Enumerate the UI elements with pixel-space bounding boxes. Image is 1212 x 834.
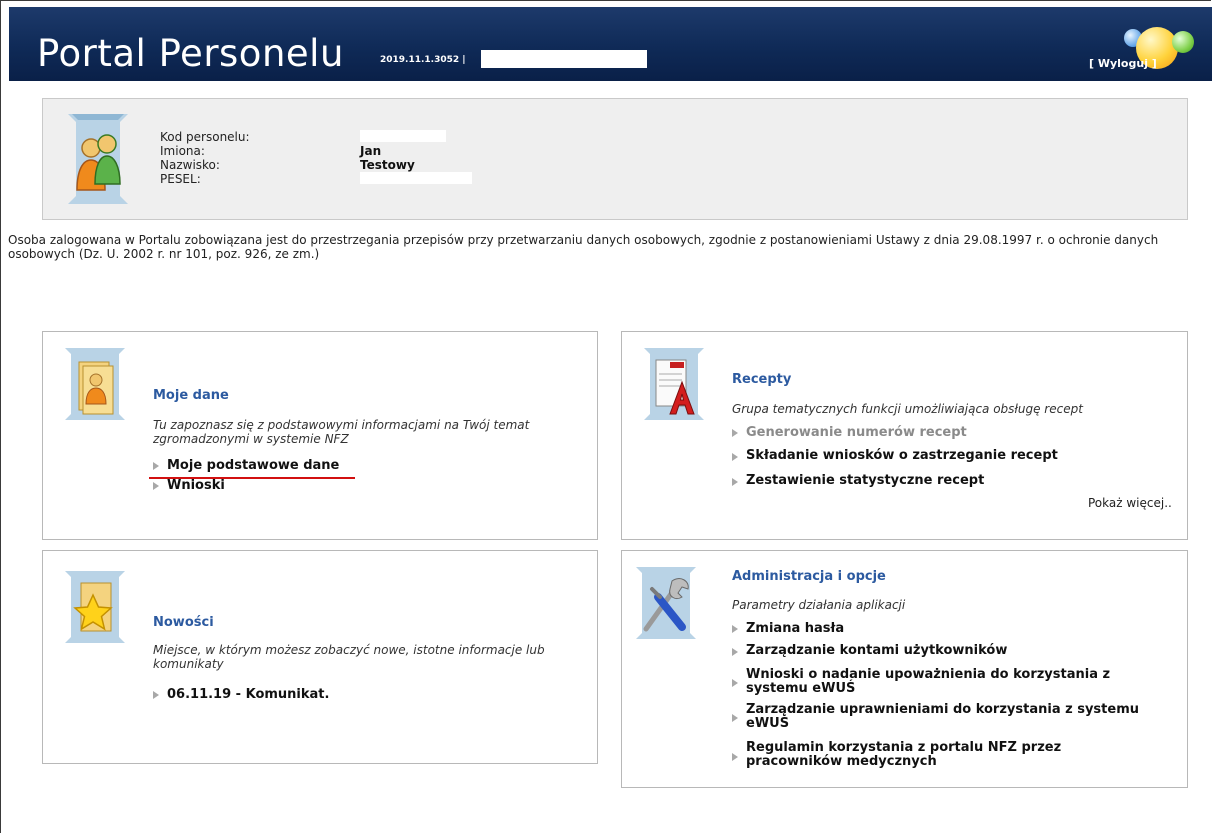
panel-description: Tu zapoznasz się z podstawowymi informac…	[153, 418, 530, 446]
last-name-value: Testowy	[360, 158, 415, 172]
panel-description: Miejsce, w którym możesz zobaczyć nowe, …	[153, 643, 545, 671]
panel-title: Administracja i opcje	[732, 569, 886, 584]
show-more-link[interactable]: Pokaż więcej..	[1088, 496, 1172, 510]
users-icon	[68, 114, 128, 204]
panel-title: Nowości	[153, 615, 214, 630]
link-regulamin[interactable]: Regulamin korzystania z portalu NFZ prze…	[746, 741, 1106, 769]
redacted-user-info	[481, 50, 647, 68]
app-version: 2019.11.1.3052 |	[380, 55, 466, 65]
app-title: Portal Personelu	[37, 32, 344, 75]
person-field-values: Jan Testowy	[360, 130, 472, 186]
panel-title: Recepty	[732, 372, 792, 387]
arrow-right-icon	[732, 753, 738, 761]
link-zarzadzanie-kontami[interactable]: Zarządzanie kontami użytkowników	[746, 644, 1007, 658]
arrow-right-icon	[732, 453, 738, 461]
link-uprawnienia-ewus[interactable]: Zarządzanie uprawnieniami do korzystania…	[746, 703, 1156, 731]
panel-moje-dane: Moje dane Tu zapoznasz się z podstawowym…	[42, 331, 598, 540]
logout-link[interactable]: [ Wyloguj ]	[1089, 57, 1157, 70]
arrow-right-icon	[153, 462, 159, 470]
label-first-name: Imiona:	[160, 144, 205, 158]
panel-recepty: Recepty Grupa tematycznych funkcji umożl…	[621, 331, 1188, 540]
panel-nowosci: Nowości Miejsce, w którym możesz zobaczy…	[42, 550, 598, 764]
star-icon	[65, 571, 125, 643]
first-name-value: Jan	[360, 144, 382, 158]
panel-description: Parametry działania aplikacji	[732, 598, 906, 612]
person-info-panel: Kod personelu: Imiona: Nazwisko: PESEL: …	[42, 98, 1188, 220]
prescription-icon	[644, 348, 704, 420]
link-komunikat[interactable]: 06.11.19 - Komunikat.	[167, 688, 329, 702]
link-skladanie-wnioskow[interactable]: Składanie wniosków o zastrzeganie recept	[746, 449, 1058, 463]
arrow-right-icon	[732, 679, 738, 687]
arrow-right-icon	[732, 625, 738, 633]
arrow-right-icon	[732, 648, 738, 656]
arrow-right-icon	[153, 691, 159, 699]
arrow-right-icon	[732, 429, 738, 437]
panel-title: Moje dane	[153, 388, 229, 403]
label-pesel: PESEL:	[160, 172, 201, 186]
link-wnioski[interactable]: Wnioski	[167, 479, 225, 493]
tools-icon	[636, 567, 696, 639]
privacy-notice: Osoba zalogowana w Portalu zobowiązana j…	[8, 233, 1159, 261]
pesel-value	[360, 172, 472, 186]
label-last-name: Nazwisko:	[160, 158, 220, 172]
staff-code-value	[360, 130, 472, 144]
arrow-right-icon	[732, 714, 738, 722]
link-zmiana-hasla[interactable]: Zmiana hasła	[746, 622, 844, 636]
panel-administracja: Administracja i opcje Parametry działani…	[621, 550, 1188, 788]
link-moje-podstawowe-dane[interactable]: Moje podstawowe dane	[167, 459, 339, 473]
arrow-right-icon	[153, 482, 159, 490]
header-bar: Portal Personelu 2019.11.1.3052 | [ Wylo…	[9, 7, 1212, 81]
link-wnioski-ewus[interactable]: Wnioski o nadanie upoważnienia do korzys…	[746, 668, 1156, 696]
user-folder-icon	[65, 348, 125, 420]
arrow-right-icon	[732, 478, 738, 486]
link-generowanie-numerow-recept[interactable]: Generowanie numerów recept	[746, 426, 967, 440]
panel-description: Grupa tematycznych funkcji umożliwiająca…	[732, 402, 1083, 416]
person-field-labels: Kod personelu: Imiona: Nazwisko: PESEL:	[160, 130, 250, 186]
link-zestawienie-statystyczne[interactable]: Zestawienie statystyczne recept	[746, 474, 984, 488]
label-staff-code: Kod personelu:	[160, 130, 250, 144]
